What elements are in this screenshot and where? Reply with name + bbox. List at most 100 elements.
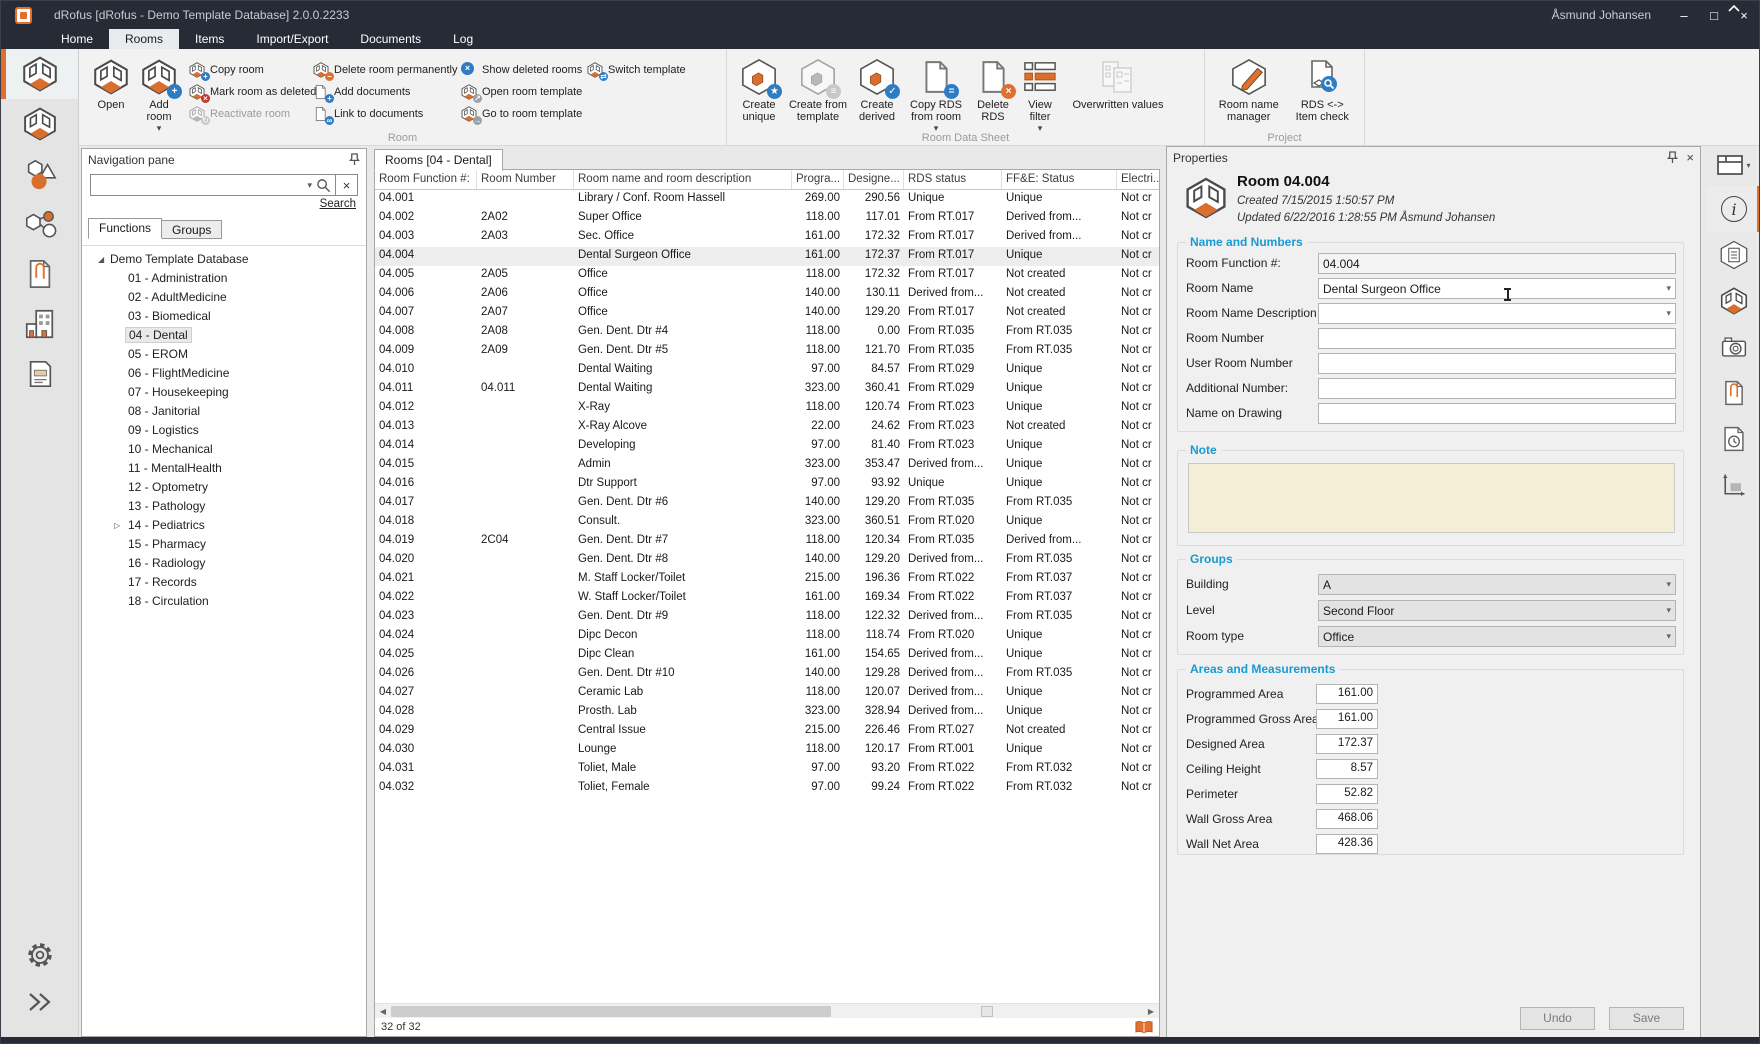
link-to-documents-button[interactable]: ∞Link to documents [313,103,461,125]
room-name-description-combo[interactable] [1318,303,1676,324]
column-header[interactable]: Room Function #: [375,170,477,189]
table-row[interactable]: 04.013 X-Ray Alcove22.00 24.62From RT.02… [375,418,1159,437]
room-name-combo[interactable]: Dental Surgeon Office [1318,278,1676,299]
copy-room-button[interactable]: +Copy room [189,59,313,81]
horizontal-scrollbar[interactable]: ◀ ▶ [375,1003,1159,1018]
tree-item[interactable]: 02 - AdultMedicine [82,288,366,307]
table-row[interactable]: 04.004 Dental Surgeon Office161.00 172.3… [375,247,1159,266]
group-combo[interactable]: Office [1318,626,1676,647]
column-header[interactable]: Designe... [844,170,904,189]
menu-tab[interactable]: Home [45,29,109,49]
menu-tab[interactable]: Import/Export [240,29,344,49]
table-row[interactable]: 04.001 Library / Conf. Room Hassell269.0… [375,190,1159,209]
table-row[interactable]: 04.027 Ceramic Lab118.00 120.07Derived f… [375,684,1159,703]
menu-tab[interactable]: Rooms [109,29,179,49]
minimize-button[interactable]: – [1669,1,1699,29]
mark-room-deleted-button[interactable]: ×Mark room as deleted [189,81,313,103]
search-link[interactable]: Search [320,198,356,210]
area-value-field[interactable]: 161.00 [1316,684,1378,704]
area-value-field[interactable]: 428.36 [1316,834,1378,854]
table-row[interactable]: 04.0032A03 Sec. Office161.00 172.32From … [375,228,1159,247]
name-on-drawing-field[interactable] [1318,403,1676,424]
group-combo[interactable]: A [1318,574,1676,595]
table-row[interactable]: 04.0022A02 Super Office118.00 117.01From… [375,209,1159,228]
table-header[interactable]: Room Function #: Room Number Room name a… [375,170,1159,190]
table-row[interactable]: 04.016 Dtr Support97.00 93.92Unique Uniq… [375,475,1159,494]
open-room-button[interactable]: Open [89,55,133,113]
table-row[interactable]: 04.025 Dipc Clean161.00 154.65Derived fr… [375,646,1159,665]
pin-icon[interactable] [1667,151,1678,164]
table-row[interactable]: 04.017 Gen. Dent. Dtr #6140.00 129.20Fro… [375,494,1159,513]
tree-item[interactable]: ▷ 14 - Pediatrics [82,516,366,535]
rooms-table-tab[interactable]: Rooms [04 - Dental] [374,149,503,171]
tree-item[interactable]: 09 - Logistics [82,421,366,440]
room-name-manager-button[interactable]: Room name manager [1211,55,1286,125]
collapse-ribbon-icon[interactable] [1727,4,1741,13]
undo-button[interactable]: Undo [1520,1007,1595,1030]
scrollbar-splitter[interactable] [981,1006,993,1017]
area-value-field[interactable]: 8.57 [1316,759,1378,779]
sidebar-item-item-links[interactable] [1,199,78,249]
sidebar-item-reports[interactable] [1,349,78,399]
table-row[interactable]: 04.023 Gen. Dent. Dtr #9118.00 122.32Der… [375,608,1159,627]
column-header[interactable]: FF&E: Status [1002,170,1117,189]
table-row[interactable]: 04.015 Admin323.00 353.47Derived from...… [375,456,1159,475]
create-unique-button[interactable]: ★ Create unique [733,55,785,125]
tree-item[interactable]: 16 - Radiology [82,554,366,573]
tree-item[interactable]: 06 - FlightMedicine [82,364,366,383]
table-row[interactable]: 04.032 Toliet, Female97.00 99.24From RT.… [375,779,1159,798]
search-dropdown-icon[interactable]: ▾ [303,180,316,191]
add-room-button[interactable]: + Add room▾ [133,55,185,136]
table-row[interactable]: 04.026 Gen. Dent. Dtr #10140.00 129.28De… [375,665,1159,684]
area-value-field[interactable]: 172.37 [1316,734,1378,754]
scroll-right-icon[interactable]: ▶ [1143,1007,1159,1016]
table-row[interactable]: 04.030 Lounge118.00 120.17From RT.001 Un… [375,741,1159,760]
menu-tab[interactable]: Log [437,29,489,49]
area-value-field[interactable]: 161.00 [1316,709,1378,729]
table-row[interactable]: 04.018 Consult.323.00 360.51From RT.020 … [375,513,1159,532]
goto-room-template-button[interactable]: →Go to room template [461,103,587,125]
pin-icon[interactable] [349,153,360,166]
tree-expander-icon[interactable]: ▷ [114,516,120,535]
column-header[interactable]: Electri... [1117,170,1160,189]
table-row[interactable]: 04.0062A06 Office140.00 130.11Derived fr… [375,285,1159,304]
view-filter-button[interactable]: View filter▾ [1017,55,1063,136]
switch-template-button[interactable]: ⇄Switch template [587,59,691,81]
sidebar-item-documents[interactable] [1,249,78,299]
tree-item[interactable]: 18 - Circulation [82,592,366,611]
table-row[interactable]: 04.0082A08 Gen. Dent. Dtr #4118.00 0.00F… [375,323,1159,342]
copy-rds-from-room-button[interactable]: = Copy RDS from room▾ [903,55,969,136]
table-row[interactable]: 04.014 Developing97.00 81.40From RT.023 … [375,437,1159,456]
table-row[interactable]: 04.031 Toliet, Male97.00 93.20From RT.02… [375,760,1159,779]
table-row[interactable]: 04.0192C04 Gen. Dent. Dtr #7118.00 120.3… [375,532,1159,551]
tree-item[interactable]: 11 - MentalHealth [82,459,366,478]
column-header[interactable]: RDS status [904,170,1002,189]
table-row[interactable]: 04.0052A05 Office118.00 172.32From RT.01… [375,266,1159,285]
show-deleted-rooms-button[interactable]: ×Show deleted rooms [461,59,587,81]
scrollbar-thumb[interactable] [391,1006,831,1017]
table-row[interactable]: 04.021 M. Staff Locker/Toilet215.00 196.… [375,570,1159,589]
table-row[interactable]: 04.0072A07 Office140.00 129.20From RT.01… [375,304,1159,323]
tool-info[interactable]: i [1707,186,1760,232]
search-box[interactable]: ▾ × [90,174,358,196]
delete-room-permanently-button[interactable]: −Delete room permanently [313,59,461,81]
tool-room[interactable] [1707,278,1760,324]
room-function-field[interactable]: 04.004 [1318,253,1676,274]
table-row[interactable]: 04.020 Gen. Dent. Dtr #8140.00 129.20Der… [375,551,1159,570]
clear-search-icon[interactable]: × [335,175,357,195]
navpane-tab[interactable]: Groups [161,220,222,239]
tool-documents[interactable] [1707,370,1760,416]
tool-log[interactable] [1707,416,1760,462]
sidebar-item-items[interactable] [1,149,78,199]
navpane-tab[interactable]: Functions [88,218,162,239]
table-row[interactable]: 04.0092A09 Gen. Dent. Dtr #5118.00 121.7… [375,342,1159,361]
create-derived-button[interactable]: ✓ Create derived [851,55,903,125]
column-header[interactable]: Room Number [477,170,574,189]
tool-images[interactable] [1707,324,1760,370]
table-row[interactable]: 04.022 W. Staff Locker/Toilet161.00 169.… [375,589,1159,608]
table-row[interactable]: 04.028 Prosth. Lab323.00 328.94Derived f… [375,703,1159,722]
menu-tab[interactable]: Documents [344,29,437,49]
add-documents-button[interactable]: +Add documents [313,81,461,103]
tree-item[interactable]: 12 - Optometry [82,478,366,497]
tree-item[interactable]: 10 - Mechanical [82,440,366,459]
